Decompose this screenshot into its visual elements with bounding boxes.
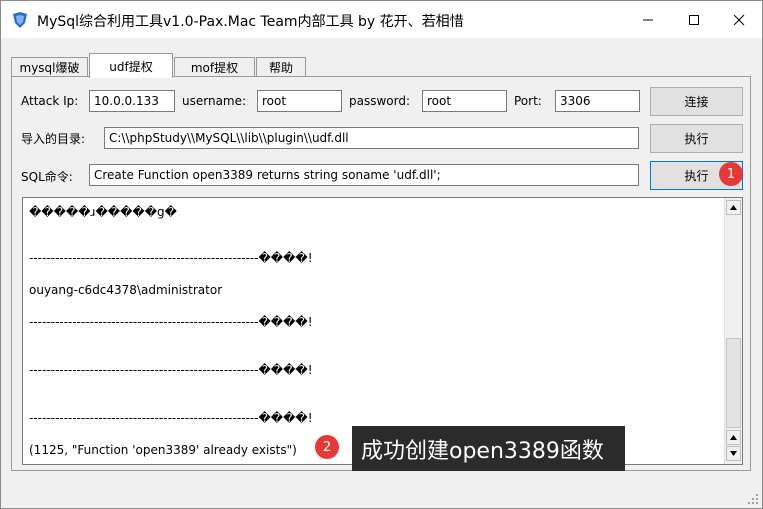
connect-button[interactable]: 连接	[650, 87, 743, 116]
username-input[interactable]: root	[257, 90, 342, 112]
scroll-up-button[interactable]	[726, 200, 741, 215]
minimize-icon	[643, 19, 653, 20]
scroll-up-button-lower[interactable]	[726, 430, 741, 445]
output-line: ----------------------------------------…	[29, 251, 313, 265]
step-badge-2: 2	[315, 435, 339, 459]
attack-ip-input[interactable]: 10.0.0.133	[89, 90, 175, 112]
scroll-thumb[interactable]	[726, 338, 741, 428]
maximize-button[interactable]	[671, 1, 717, 38]
app-logo-icon	[13, 12, 27, 28]
window-title: MySql综合利用工具v1.0-Pax.Mac Team内部工具 by 花开、若…	[37, 14, 464, 30]
chevron-up-icon	[730, 205, 737, 210]
tab-mof-privesc[interactable]: mof提权	[174, 57, 255, 77]
password-label: password:	[349, 94, 411, 108]
output-textarea[interactable]: �����ɹ�����g� --------------------------…	[22, 197, 743, 465]
output-line: �����ɹ�����g�	[29, 205, 177, 219]
annotation-callout: 成功创建open3389函数	[352, 426, 625, 471]
output-line: (1125, "Function 'open3389' already exis…	[29, 443, 297, 457]
output-line: ----------------------------------------…	[29, 315, 313, 329]
chevron-up-icon	[730, 435, 737, 440]
tab-udf-privesc[interactable]: udf提权	[89, 53, 173, 78]
password-input[interactable]: root	[422, 90, 507, 112]
step-badge-1: 1	[719, 162, 743, 186]
import-dir-label: 导入的目录:	[21, 132, 86, 146]
attack-ip-label: Attack Ip:	[21, 94, 79, 108]
close-icon	[733, 14, 745, 25]
resize-grip-icon[interactable]	[747, 493, 759, 505]
output-scrollbar[interactable]	[724, 198, 742, 464]
minimize-button[interactable]	[625, 1, 671, 38]
output-line: ouyang-c6dc4378\administrator	[29, 283, 223, 297]
username-label: username:	[182, 94, 247, 108]
port-label: Port:	[514, 94, 542, 108]
title-bar: MySql综合利用工具v1.0-Pax.Mac Team内部工具 by 花开、若…	[1, 1, 762, 38]
import-execute-button[interactable]: 执行	[650, 124, 743, 153]
import-dir-input[interactable]: C:\\phpStudy\\MySQL\\lib\\plugin\\udf.dl…	[104, 127, 639, 149]
port-input[interactable]: 3306	[555, 90, 640, 112]
scroll-down-button[interactable]	[726, 446, 741, 461]
chevron-down-icon	[730, 451, 737, 456]
app-window: MySql综合利用工具v1.0-Pax.Mac Team内部工具 by 花开、若…	[0, 0, 763, 509]
output-line: ----------------------------------------…	[29, 363, 313, 377]
close-button[interactable]	[716, 1, 762, 38]
output-line: ----------------------------------------…	[29, 411, 313, 425]
sql-command-input[interactable]: Create Function open3389 returns string …	[89, 164, 639, 186]
tab-mysql-bruteforce[interactable]: mysql爆破	[11, 57, 88, 77]
maximize-icon	[689, 14, 699, 25]
tab-help[interactable]: 帮助	[256, 57, 306, 77]
sql-command-label: SQL命令:	[21, 170, 73, 184]
